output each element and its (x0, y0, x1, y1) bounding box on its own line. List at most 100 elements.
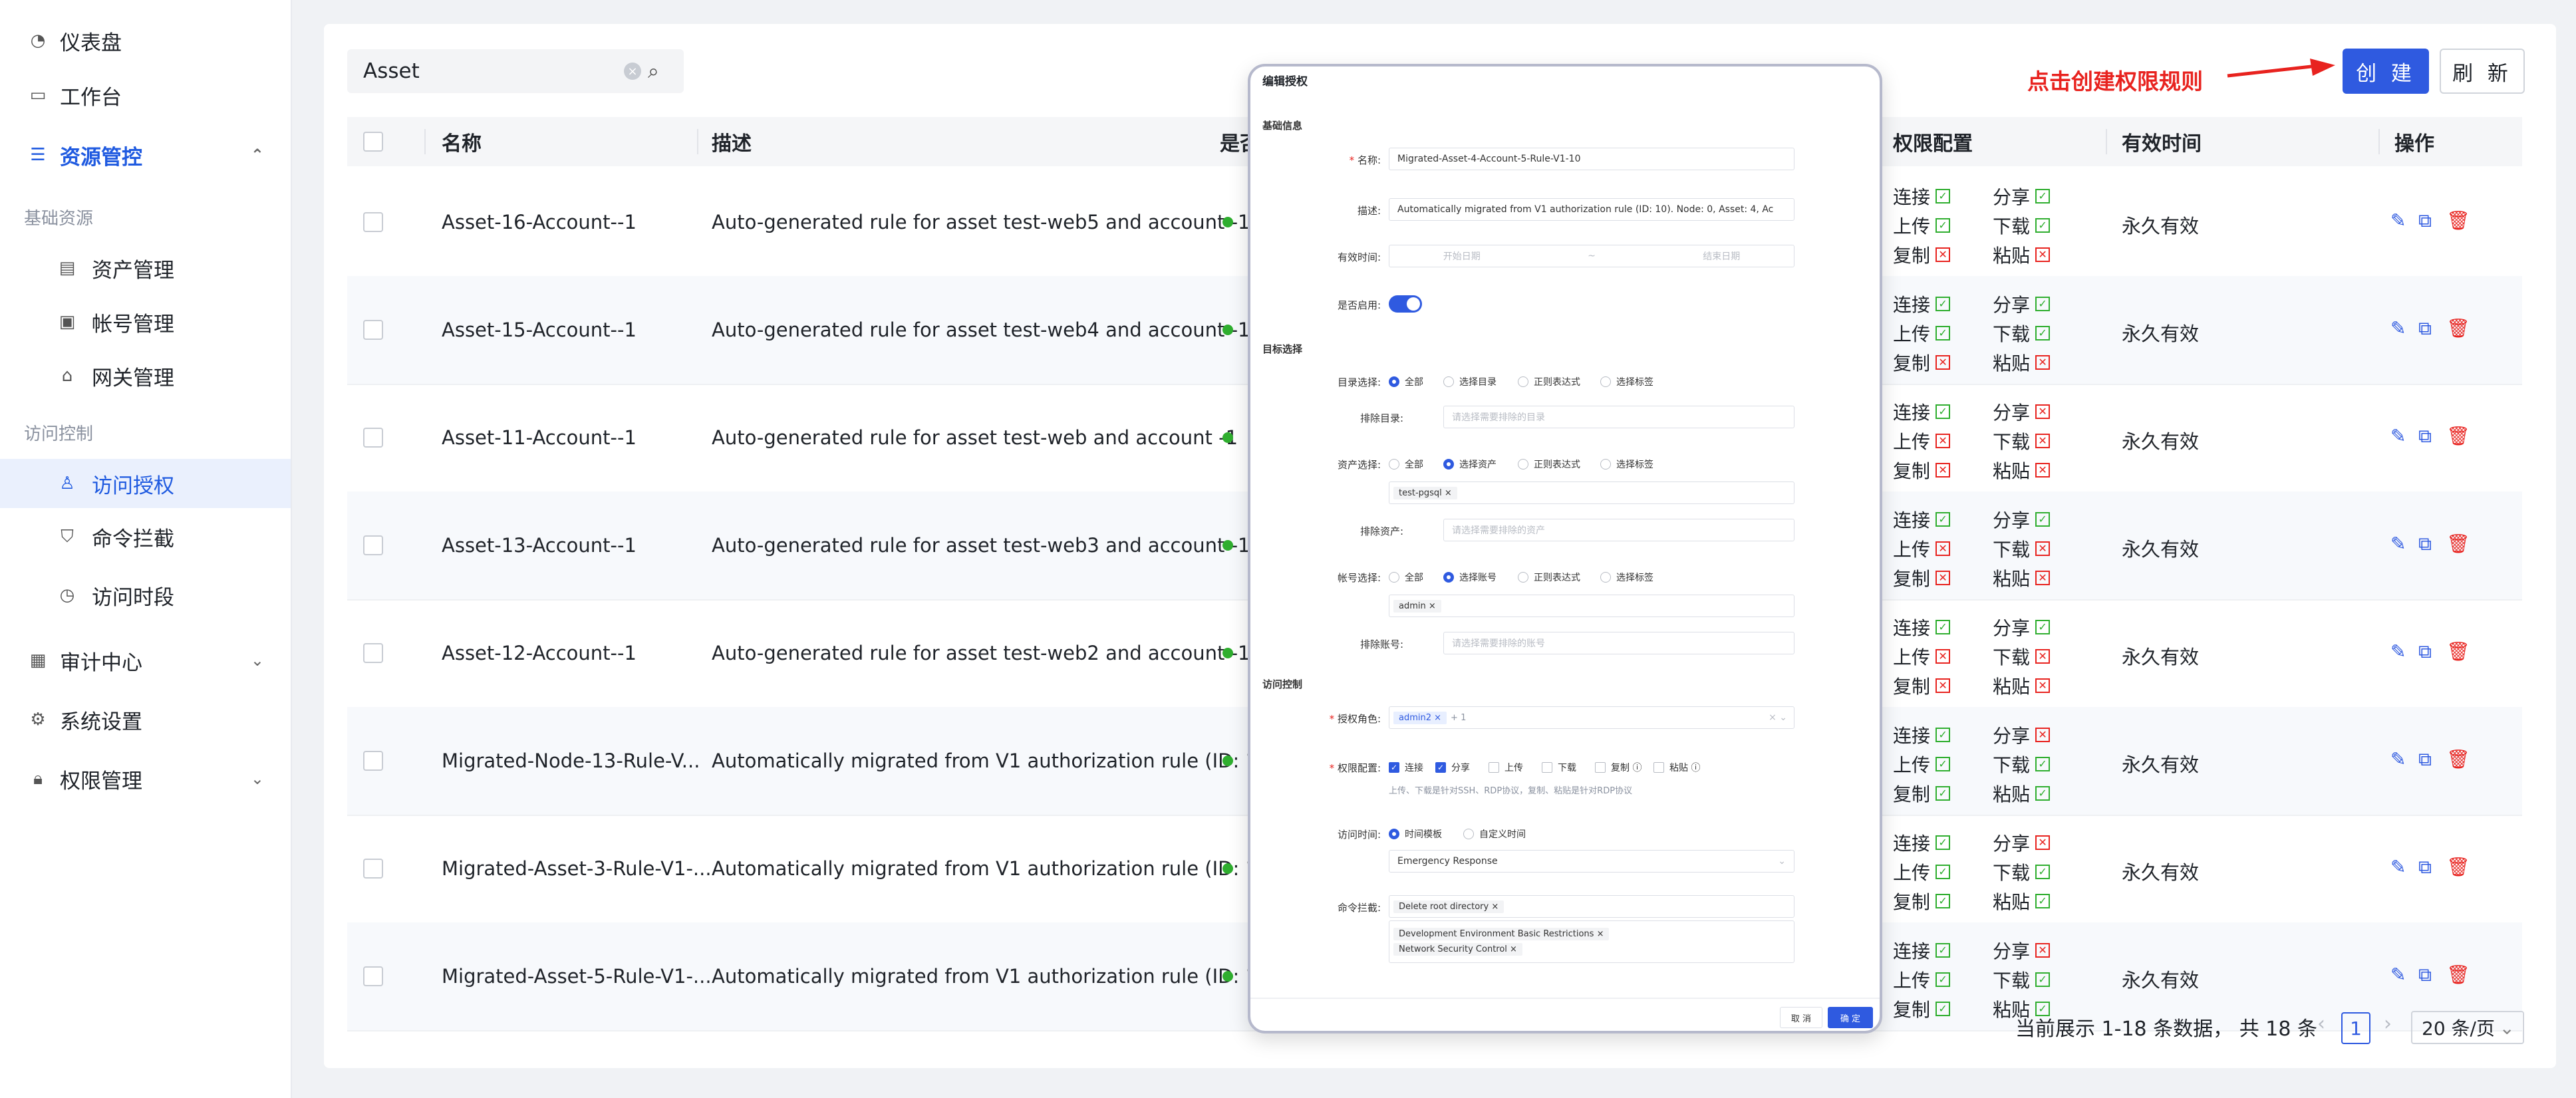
description-field[interactable]: Automatically migrated from V1 authoriza… (1389, 198, 1794, 221)
nav-asset-management[interactable]: ▤ 资产管理 (0, 243, 291, 293)
delete-icon[interactable]: 🗑︎ (2446, 748, 2470, 770)
copy-icon[interactable]: ⧉ (2418, 317, 2432, 340)
delete-icon[interactable]: 🗑︎ (2446, 533, 2470, 555)
account-all-radio[interactable]: 全部 (1389, 571, 1423, 584)
row-checkbox[interactable] (363, 643, 383, 663)
refresh-button[interactable]: 刷 新 (2440, 49, 2525, 94)
delete-icon[interactable]: 🗑︎ (2446, 425, 2470, 447)
row-desc: Auto-generated rule for asset test-web a… (712, 426, 1238, 449)
row-valid-time: 永久有效 (2122, 754, 2200, 776)
valid-time-range[interactable]: 开始日期 ~ 结束日期 (1389, 245, 1794, 267)
delete-icon[interactable]: 🗑︎ (2446, 209, 2470, 231)
check-icon: ✓ (2035, 620, 2051, 634)
dir-all-radio[interactable]: 全部 (1389, 375, 1423, 388)
copy-icon[interactable]: ⧉ (2418, 748, 2432, 771)
row-checkbox[interactable] (363, 859, 383, 879)
nav-permission-management[interactable]: 🔒︎ 权限管理 ⌄ (0, 754, 291, 803)
exclude-dir-field[interactable]: 请选择需要排除的目录 (1443, 406, 1794, 428)
check-icon: ✓ (2035, 972, 2051, 987)
account-tag-radio[interactable]: 选择标签 (1600, 571, 1653, 584)
perm-copy-checkbox[interactable]: 复制 ⓘ (1595, 761, 1642, 774)
copy-icon[interactable]: ⧉ (2418, 533, 2432, 555)
page-1-button[interactable]: 1 (2341, 1012, 2370, 1044)
edit-icon[interactable]: ✎ (2390, 317, 2406, 339)
next-page-icon[interactable]: › (2384, 1012, 2392, 1035)
edit-icon[interactable]: ✎ (2390, 748, 2406, 770)
exclude-account-field[interactable]: 请选择需要排除的账号 (1443, 632, 1794, 654)
asset-select-field[interactable]: test-pgsql × (1389, 481, 1794, 504)
perm-connect-checkbox[interactable]: ✓ 连接 (1389, 761, 1423, 774)
nav-gateway-management[interactable]: ⌂ 网关管理 (0, 351, 291, 400)
account-select-field[interactable]: admin × (1389, 595, 1794, 617)
perm-upload: 上传 ✕ (1893, 428, 1951, 454)
command-block-field-2[interactable]: Development Environment Basic Restrictio… (1389, 920, 1794, 963)
row-checkbox[interactable] (363, 751, 383, 771)
delete-icon[interactable]: 🗑︎ (2446, 640, 2470, 662)
row-checkbox[interactable] (363, 535, 383, 555)
time-template-radio[interactable]: 时间模板 (1389, 827, 1442, 841)
nav-command-block[interactable]: ⛉ 命令拦截 (0, 512, 291, 561)
nav-workbench[interactable]: ▭ 工作台 (0, 70, 291, 120)
search-icon[interactable]: ⌕ (648, 60, 659, 83)
time-template-select[interactable]: Emergency Response ⌄ (1389, 850, 1794, 873)
perm-download-checkbox[interactable]: 下载 (1542, 761, 1576, 774)
asset-all-radio[interactable]: 全部 (1389, 458, 1423, 471)
perm-upload-checkbox[interactable]: 上传 (1489, 761, 1523, 774)
search-input[interactable]: Asset × ⌕ (347, 49, 684, 93)
edit-icon[interactable]: ✎ (2390, 856, 2406, 878)
perm-share-checkbox[interactable]: ✓ 分享 (1435, 761, 1470, 774)
edit-icon[interactable]: ✎ (2390, 533, 2406, 555)
asset-select-radio[interactable]: 选择资产 (1443, 458, 1497, 471)
account-regex-radio[interactable]: 正则表达式 (1518, 571, 1580, 584)
account-select-radio[interactable]: 选择账号 (1443, 571, 1497, 584)
copy-icon[interactable]: ⧉ (2418, 425, 2432, 448)
prev-page-icon[interactable]: ‹ (2317, 1012, 2325, 1035)
copy-icon[interactable]: ⧉ (2418, 856, 2432, 879)
delete-icon[interactable]: 🗑︎ (2446, 964, 2470, 986)
copy-icon[interactable]: ⧉ (2418, 640, 2432, 663)
nav-access-period[interactable]: ◷ 访问时段 (0, 571, 291, 620)
role-select-field[interactable]: admin2 × + 1 × ⌄ (1389, 706, 1794, 729)
command-block-field-1[interactable]: Delete root directory × (1389, 895, 1794, 918)
cancel-button[interactable]: 取 消 (1780, 1007, 1822, 1028)
row-checkbox[interactable] (363, 212, 383, 232)
asset-tag: test-pgsql × (1393, 486, 1457, 499)
nav-dashboard[interactable]: ◔ 仪表盘 (0, 16, 291, 65)
nav-system-settings[interactable]: ⚙ 系统设置 (0, 695, 291, 744)
edit-icon[interactable]: ✎ (2390, 425, 2406, 447)
row-checkbox[interactable] (363, 966, 383, 986)
command-tag: Delete root directory × (1393, 900, 1504, 913)
perm-connect: 连接 ✓ (1893, 614, 1951, 640)
status-dot (1222, 648, 1233, 658)
perm-paste-checkbox[interactable]: 粘贴 ⓘ (1653, 761, 1700, 774)
create-button[interactable]: 创 建 (2343, 49, 2429, 94)
delete-icon[interactable]: 🗑︎ (2446, 317, 2470, 339)
time-custom-radio[interactable]: 自定义时间 (1463, 827, 1526, 841)
nav-audit-center[interactable]: ▦ 审计中心 ⌄ (0, 636, 291, 685)
dir-regex-radio[interactable]: 正则表达式 (1518, 375, 1580, 388)
asset-regex-radio[interactable]: 正则表达式 (1518, 458, 1580, 471)
confirm-button[interactable]: 确 定 (1828, 1007, 1873, 1028)
nav-resource-control[interactable]: ☰ 资源管控 ⌃ (0, 130, 291, 180)
exclude-asset-field[interactable]: 请选择需要排除的资产 (1443, 519, 1794, 541)
row-desc: Auto-generated rule for asset test-web5 … (712, 211, 1250, 233)
edit-icon[interactable]: ✎ (2390, 209, 2406, 231)
edit-icon[interactable]: ✎ (2390, 640, 2406, 662)
asset-tag-radio[interactable]: 选择标签 (1600, 458, 1653, 471)
clear-icon[interactable]: × (624, 63, 641, 80)
nav-access-authorization[interactable]: ♙ 访问授权 (0, 459, 291, 508)
name-field[interactable]: Migrated-Asset-4-Account-5-Rule-V1-10 (1389, 148, 1794, 170)
delete-icon[interactable]: 🗑︎ (2446, 856, 2470, 878)
row-checkbox[interactable] (363, 428, 383, 448)
copy-icon[interactable]: ⧉ (2418, 964, 2432, 986)
perm-copy: 复制 ✕ (1893, 672, 1951, 699)
page-size-select[interactable]: 20 条/页 ⌄ (2411, 1011, 2524, 1044)
copy-icon[interactable]: ⧉ (2418, 209, 2432, 232)
dir-tag-radio[interactable]: 选择标签 (1600, 375, 1653, 388)
nav-account-management[interactable]: ▣ 帐号管理 (0, 297, 291, 346)
edit-icon[interactable]: ✎ (2390, 964, 2406, 986)
dir-select-radio[interactable]: 选择目录 (1443, 375, 1497, 388)
row-checkbox[interactable] (363, 320, 383, 340)
enabled-toggle[interactable] (1389, 295, 1422, 313)
select-all-checkbox[interactable] (363, 132, 383, 152)
